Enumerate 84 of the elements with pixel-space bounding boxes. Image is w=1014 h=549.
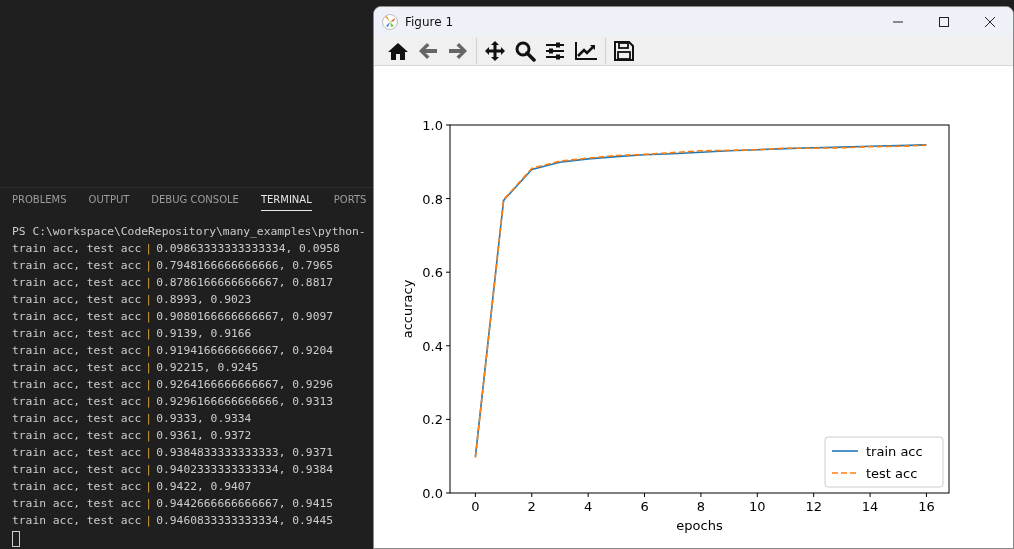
output-values: 0.7948166666666666, 0.7965: [156, 259, 334, 272]
output-separator: |: [145, 514, 153, 527]
output-separator: |: [145, 412, 153, 425]
x-tick-label: 0: [471, 499, 480, 514]
output-separator: |: [145, 242, 153, 255]
output-values: 0.9080166666666667, 0.9097: [156, 310, 334, 323]
output-separator: |: [145, 344, 153, 357]
app-icon: [382, 13, 398, 30]
pan-button[interactable]: [483, 38, 507, 63]
x-tick-label: 8: [696, 499, 706, 514]
output-label: train acc, test acc: [12, 344, 142, 357]
y-tick-label: 0.4: [422, 338, 443, 354]
panel-tab[interactable]: PROBLEMS: [12, 194, 67, 210]
output-label: train acc, test acc: [12, 497, 142, 510]
output-values: 0.9402333333333334, 0.9384: [156, 463, 334, 476]
window-title: Figure 1: [405, 14, 454, 29]
x-tick-label: 2: [527, 499, 536, 514]
output-values: 0.9194166666666667, 0.9204: [156, 344, 334, 357]
output-values: 0.8786166666666667, 0.8817: [156, 276, 334, 289]
output-separator: |: [145, 497, 153, 510]
line-chart-button[interactable]: [573, 39, 599, 62]
y-tick-label: 0.6: [422, 265, 443, 281]
output-values: 0.9361, 0.9372: [156, 429, 252, 442]
output-values: 0.9460833333333334, 0.9445: [156, 514, 334, 527]
text-cursor: [12, 531, 20, 547]
output-label: train acc, test acc: [12, 480, 142, 493]
legend-label: test acc: [866, 466, 918, 481]
maximize-icon: [938, 15, 950, 28]
output-label: train acc, test acc: [12, 378, 142, 391]
panel-tab[interactable]: PORTS: [333, 194, 367, 210]
x-tick-label: 16: [918, 499, 935, 514]
y-axis-label: accuracy: [400, 279, 415, 339]
output-separator: |: [145, 463, 153, 476]
legend-label: train acc: [866, 444, 923, 459]
x-axis-label: epochs: [676, 518, 723, 533]
output-separator: |: [145, 446, 153, 459]
output-label: train acc, test acc: [12, 514, 142, 527]
output-values: 0.9422, 0.9407: [156, 480, 252, 493]
output-label: train acc, test acc: [12, 412, 142, 425]
output-label: train acc, test acc: [12, 242, 142, 255]
output-separator: |: [145, 276, 153, 289]
output-values: 0.92215, 0.9245: [156, 361, 259, 374]
x-tick-label: 12: [805, 499, 822, 514]
close-icon: [984, 15, 996, 28]
x-tick-label: 4: [584, 499, 593, 514]
y-tick-label: 0.8: [422, 191, 443, 207]
output-values: 0.9384833333333333, 0.9371: [156, 446, 334, 459]
output-separator: |: [145, 395, 153, 408]
output-label: train acc, test acc: [12, 259, 142, 272]
y-tick-label: 0.2: [422, 412, 443, 428]
output-separator: |: [145, 378, 153, 391]
x-tick-label: 14: [861, 499, 879, 514]
output-label: train acc, test acc: [12, 293, 142, 306]
output-separator: |: [145, 480, 153, 493]
y-tick-label: 0.0: [422, 486, 443, 501]
output-label: train acc, test acc: [12, 361, 142, 374]
output-separator: |: [145, 259, 153, 272]
output-values: 0.9264166666666667, 0.9296: [156, 378, 334, 391]
panel-tab[interactable]: DEBUG CONSOLE: [151, 194, 239, 210]
output-separator: |: [145, 310, 153, 323]
output-separator: |: [145, 327, 153, 340]
save-button[interactable]: [612, 38, 636, 63]
output-label: train acc, test acc: [12, 327, 142, 340]
panel-tab[interactable]: TERMINAL: [260, 194, 312, 211]
output-values: 0.9139, 0.9166: [156, 327, 252, 340]
x-tick-label: 6: [640, 499, 649, 514]
x-tick-label: 10: [749, 499, 766, 514]
panel-tab[interactable]: OUTPUT: [88, 194, 130, 210]
y-tick-label: 1.0: [422, 118, 443, 133]
output-label: train acc, test acc: [12, 310, 142, 323]
output-values: 0.9296166666666666, 0.9313: [156, 395, 334, 408]
terminal-prompt: PS C:\workspace\CodeRepository\many_examples\python-: [12, 224, 367, 240]
output-label: train acc, test acc: [12, 429, 142, 442]
output-values: 0.09863333333333334, 0.0958: [156, 242, 340, 255]
output-label: train acc, test acc: [12, 446, 142, 459]
output-separator: |: [145, 293, 153, 306]
output-separator: |: [145, 361, 153, 374]
output-label: train acc, test acc: [12, 395, 142, 408]
output-values: 0.9333, 0.9334: [156, 412, 252, 425]
output-label: train acc, test acc: [12, 276, 142, 289]
output-separator: |: [145, 429, 153, 442]
output-values: 0.9442666666666667, 0.9415: [156, 497, 334, 510]
output-label: train acc, test acc: [12, 463, 142, 476]
output-values: 0.8993, 0.9023: [156, 293, 252, 306]
